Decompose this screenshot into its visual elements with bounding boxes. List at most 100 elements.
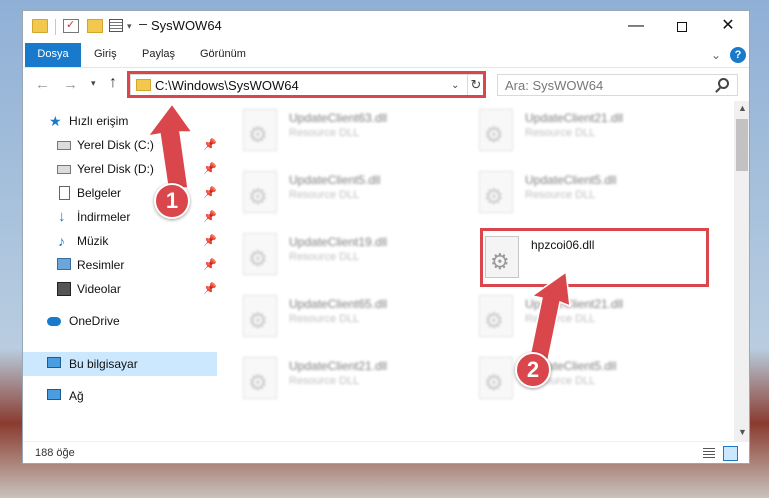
up-arrow-icon[interactable]: ↑ (109, 74, 117, 92)
cloud-icon (47, 317, 61, 326)
computer-icon (47, 357, 61, 368)
sidebar-item-label: Belgeler (77, 186, 122, 200)
recent-locations-icon[interactable]: ▾ (91, 78, 96, 89)
view-layout-icon[interactable] (109, 19, 123, 32)
navigation-pane: ★ Hızlı erişim Yerel Disk (C:) 📌 Yerel D… (23, 101, 217, 441)
title-bar: ▾ SysWOW64 — ✕ (23, 11, 749, 43)
details-view-icon[interactable] (703, 448, 715, 459)
sidebar-item-label: Yerel Disk (C:) (77, 138, 154, 152)
sidebar-item-local-disk-d[interactable]: Yerel Disk (D:) 📌 (23, 157, 217, 181)
status-bar: 188 öğe (23, 441, 749, 463)
maximize-button[interactable] (659, 11, 705, 43)
file-item[interactable]: UpdateClient5.dll Resource DLL (459, 349, 689, 405)
tab-file[interactable]: Dosya (25, 43, 81, 67)
file-item[interactable]: UpdateClient21.dll Resource DLL (223, 349, 453, 405)
file-item[interactable]: UpdateClient21.dll Resource DLL (459, 101, 689, 157)
pin-icon[interactable]: 📌 (203, 258, 217, 271)
tab-home[interactable]: Giriş (85, 43, 126, 67)
title-divider (139, 24, 147, 25)
search-input[interactable]: Ara: SysWOW64 (497, 74, 738, 96)
scroll-up-icon[interactable]: ▲ (738, 103, 747, 113)
tab-share[interactable]: Paylaş (133, 43, 184, 67)
file-item[interactable]: UpdateClient63.dll Resource DLL (223, 101, 453, 157)
close-button[interactable]: ✕ (705, 11, 749, 43)
file-item[interactable]: UpdateClient5.dll Resource DLL (459, 163, 689, 219)
maximize-icon (677, 22, 687, 32)
file-name: UpdateClient5.dll (289, 173, 381, 187)
file-explorer-window: ▾ SysWOW64 — ✕ Dosya Giriş Paylaş Görünü… (22, 10, 750, 464)
window-title: SysWOW64 (151, 18, 222, 33)
download-icon: ↓ (58, 208, 66, 225)
large-icons-view-icon[interactable] (723, 446, 738, 461)
folder-icon (32, 19, 48, 33)
tab-view[interactable]: Görünüm (191, 43, 255, 67)
sidebar-item-label: Yerel Disk (D:) (77, 162, 154, 176)
sidebar-item-network[interactable]: Ağ (23, 384, 217, 408)
expand-ribbon-icon[interactable]: ⌄ (711, 48, 721, 62)
file-item[interactable]: UpdateClient65.dll Resource DLL (223, 287, 453, 343)
sidebar-item-music[interactable]: ♪ Müzik 📌 (23, 229, 217, 253)
minimize-button[interactable]: — (613, 11, 659, 43)
pin-icon[interactable]: 📌 (203, 234, 217, 247)
sidebar-item-local-disk-c[interactable]: Yerel Disk (C:) 📌 (23, 133, 217, 157)
pin-icon[interactable]: 📌 (203, 162, 217, 175)
file-type: Resource DLL (289, 189, 360, 201)
sidebar-item-pictures[interactable]: Resimler 📌 (23, 253, 217, 277)
file-type: Resource DLL (525, 127, 596, 139)
sidebar-item-onedrive[interactable]: OneDrive (23, 309, 217, 333)
sidebar-item-label: Hızlı erişim (69, 114, 129, 128)
pin-icon[interactable]: 📌 (203, 210, 217, 223)
dll-file-icon (479, 295, 513, 337)
new-folder-icon[interactable] (87, 19, 103, 33)
pin-icon[interactable]: 📌 (203, 138, 217, 151)
sidebar-item-quick-access[interactable]: ★ Hızlı erişim (23, 109, 217, 133)
forward-arrow-icon[interactable]: → (63, 76, 78, 93)
quick-access-dropdown-icon[interactable]: ▾ (127, 21, 132, 32)
dll-file-icon (243, 357, 277, 399)
file-highlight-box (480, 228, 709, 287)
quick-access-separator (55, 19, 56, 35)
callout-step-1: 1 (154, 183, 190, 219)
file-item[interactable]: UpdateClient19.dll Resource DLL (223, 225, 453, 281)
dll-file-icon (243, 171, 277, 213)
dll-file-icon (479, 171, 513, 213)
callout-step-2: 2 (515, 352, 551, 388)
search-placeholder: Ara: SysWOW64 (505, 78, 604, 93)
ribbon-tabs: Dosya Giriş Paylaş Görünüm ⌄ ? (23, 43, 749, 67)
scrollbar-thumb[interactable] (736, 119, 748, 171)
dll-file-icon (243, 233, 277, 275)
search-icon[interactable] (718, 78, 729, 89)
sidebar-item-videos[interactable]: Videolar 📌 (23, 277, 217, 301)
sidebar-item-this-pc[interactable]: Bu bilgisayar (23, 352, 217, 376)
file-item[interactable]: UpdateClient5.dll Resource DLL (223, 163, 453, 219)
dll-file-icon (243, 295, 277, 337)
sidebar-item-label: Ağ (69, 389, 84, 403)
pin-icon[interactable]: 📌 (203, 282, 217, 295)
help-icon[interactable]: ? (730, 47, 746, 63)
pictures-icon (57, 258, 71, 270)
scroll-down-icon[interactable]: ▼ (738, 427, 747, 437)
drive-icon (57, 165, 71, 174)
pin-icon[interactable]: 📌 (203, 186, 217, 199)
sidebar-item-label: İndirmeler (77, 210, 131, 224)
vertical-scrollbar[interactable]: ▲ ▼ (734, 101, 749, 441)
address-highlight-box (127, 71, 486, 98)
file-name: UpdateClient19.dll (289, 235, 388, 249)
item-count: 188 öğe (35, 447, 75, 459)
file-type: Resource DLL (289, 375, 360, 387)
music-icon: ♪ (58, 233, 65, 249)
file-name: UpdateClient65.dll (289, 297, 388, 311)
file-type: Resource DLL (525, 313, 596, 325)
file-name: UpdateClient63.dll (289, 111, 388, 125)
sidebar-item-label: OneDrive (69, 314, 120, 328)
file-item[interactable]: UpdateClient21.dll Resource DLL (459, 287, 689, 343)
file-name: UpdateClient21.dll (525, 111, 624, 125)
back-arrow-icon[interactable]: ← (35, 76, 50, 93)
file-type: Resource DLL (289, 313, 360, 325)
file-name: UpdateClient5.dll (525, 173, 617, 187)
file-name: UpdateClient21.dll (289, 359, 388, 373)
dll-file-icon (479, 109, 513, 151)
dll-file-icon (243, 109, 277, 151)
properties-icon[interactable] (63, 18, 79, 33)
file-type: Resource DLL (525, 189, 596, 201)
